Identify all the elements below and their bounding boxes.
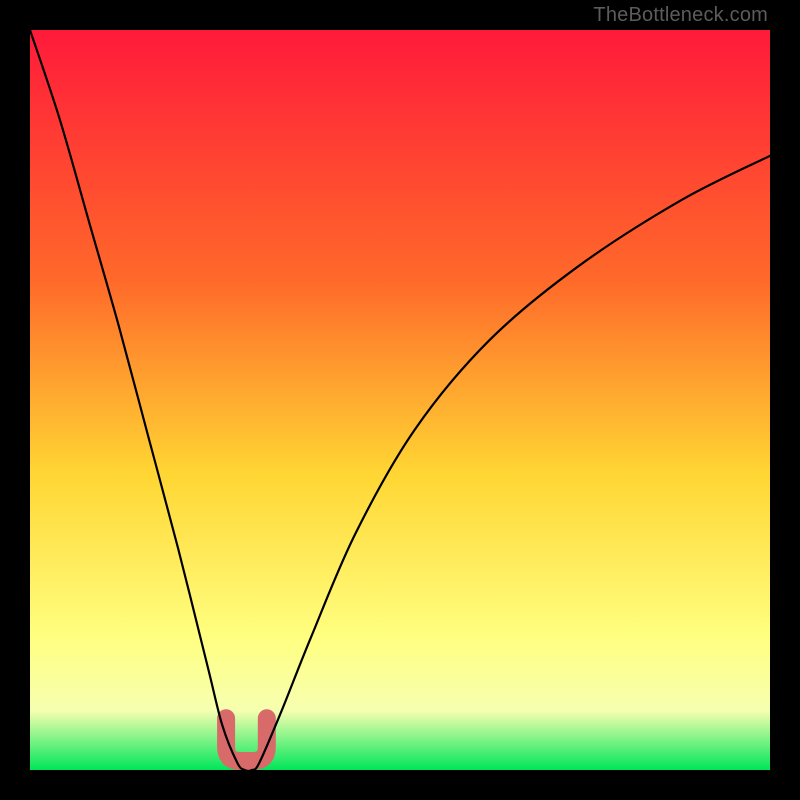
watermark-text: TheBottleneck.com [593,4,768,27]
chart-frame [30,30,770,770]
bottleneck-chart [30,30,770,770]
gradient-background [30,30,770,770]
